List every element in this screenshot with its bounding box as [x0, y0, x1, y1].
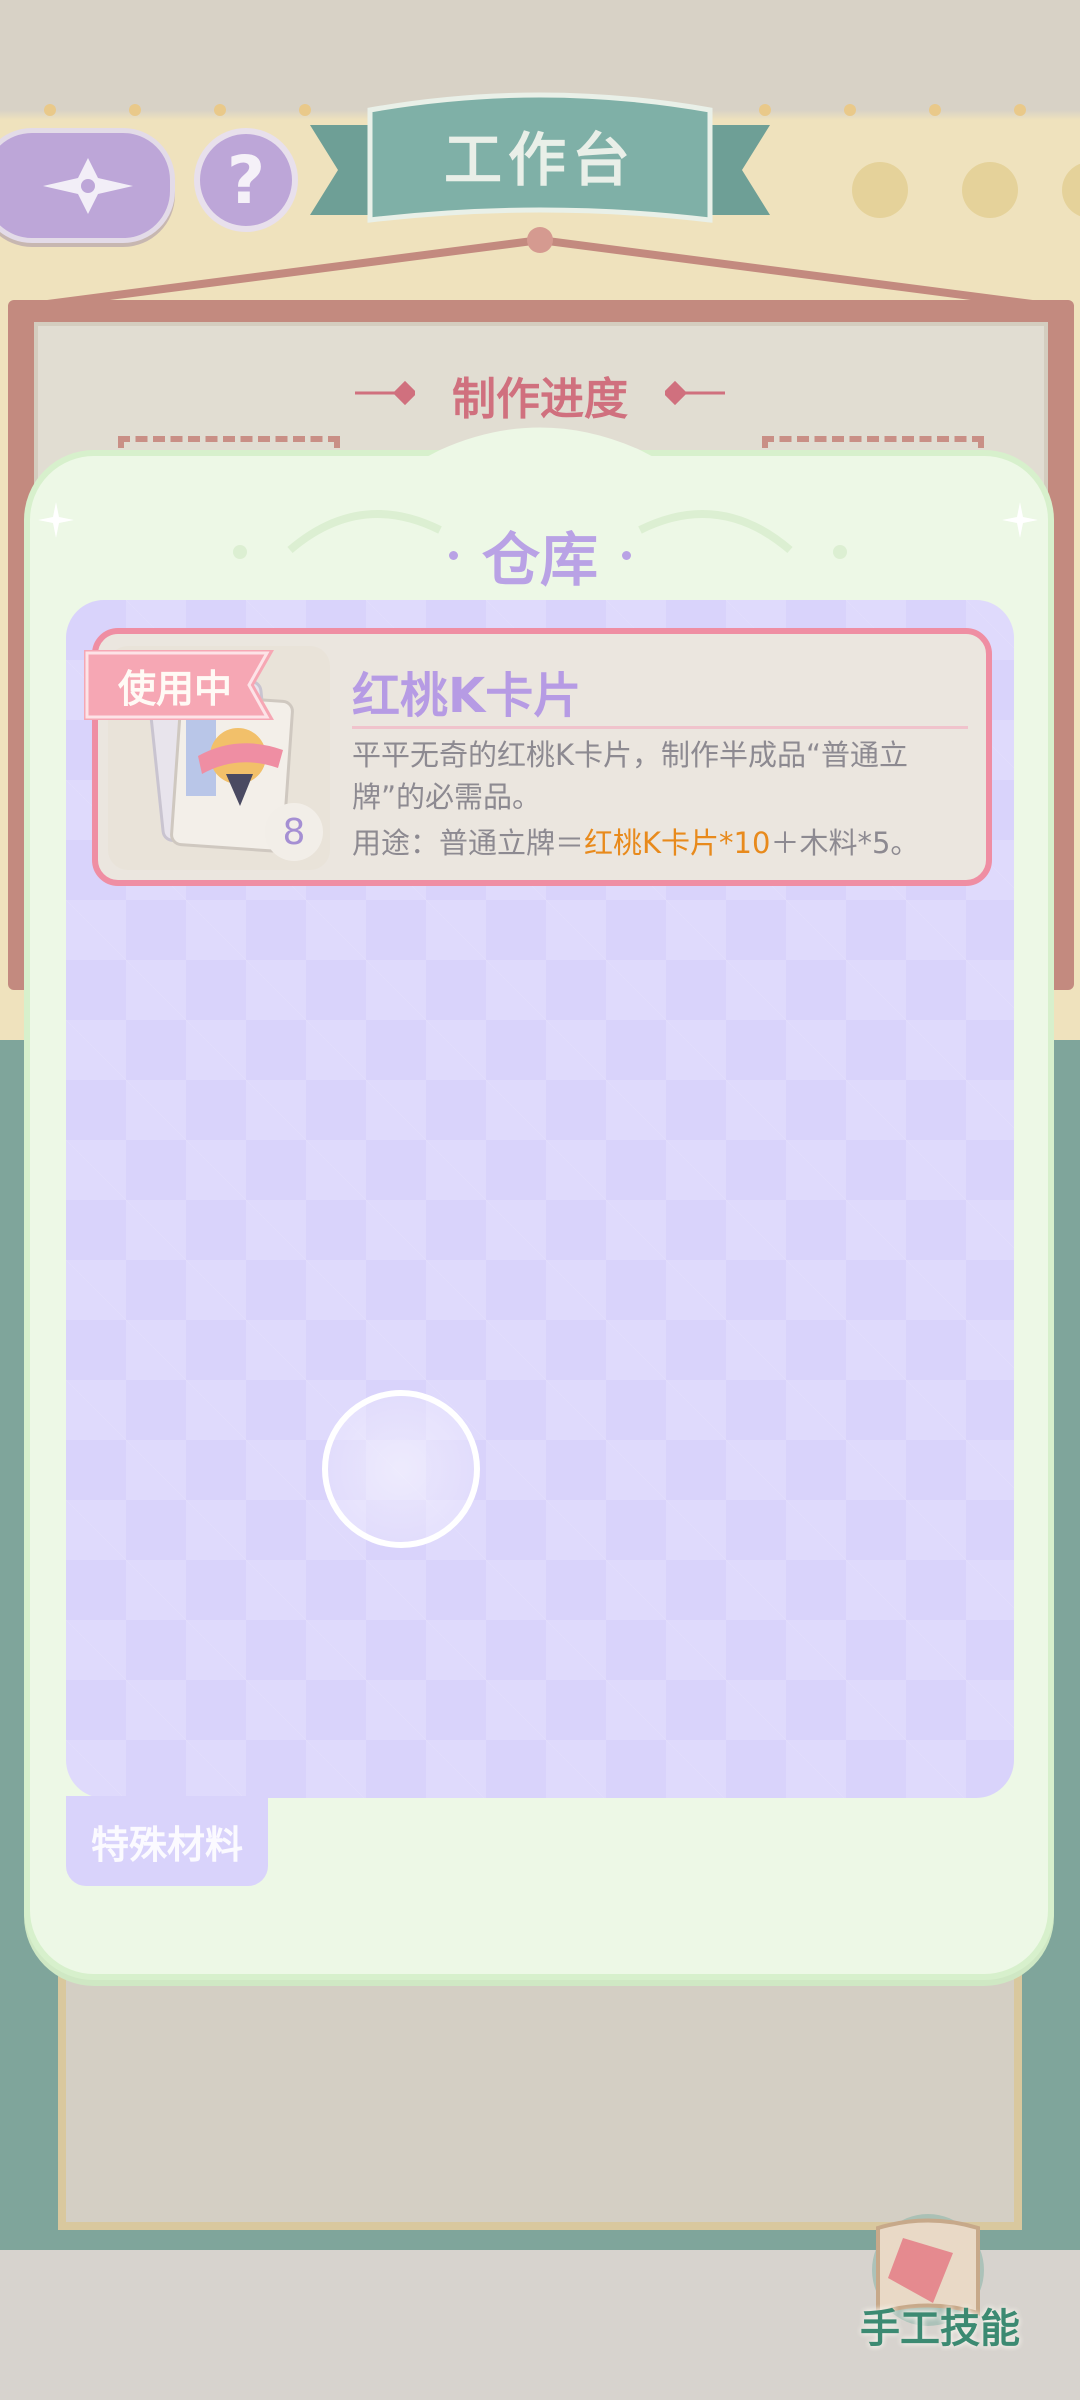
sparkle-back-icon — [42, 157, 133, 214]
usage-suffix: ＋木料*5。 — [770, 826, 920, 860]
warehouse-title: 仓库 — [481, 526, 598, 594]
workbench-lower-panel — [58, 1950, 1022, 2230]
item-count-badge: 8 — [265, 803, 323, 861]
usage-highlight: 红桃K卡片*10 — [584, 826, 771, 860]
tab-special-materials[interactable]: 特殊材料 — [66, 1796, 268, 1886]
header-decoration — [852, 162, 1080, 218]
item-usage: 用途：普通立牌＝红桃K卡片*10＋木料*5。 — [352, 822, 972, 866]
item-description: 平平无奇的红桃K卡片，制作半成品“普通立牌”的必需品。 — [352, 738, 909, 814]
touch-indicator — [322, 1390, 480, 1548]
sparkle-icon — [1002, 502, 1038, 538]
in-use-label: 使用中 — [117, 666, 232, 711]
help-button[interactable]: ? — [194, 128, 298, 232]
craft-skill-button[interactable]: 手工技能 — [840, 2290, 1040, 2360]
ornament-right-icon — [665, 380, 725, 406]
back-button[interactable] — [0, 128, 175, 243]
item-divider — [352, 726, 968, 729]
usage-prefix: 用途：普通立牌＝ — [352, 826, 585, 860]
sparkle-icon — [38, 502, 74, 538]
page-title: 工作台 — [443, 126, 636, 194]
title-dot — [622, 551, 631, 560]
item-name: 红桃K卡片 — [352, 668, 582, 724]
